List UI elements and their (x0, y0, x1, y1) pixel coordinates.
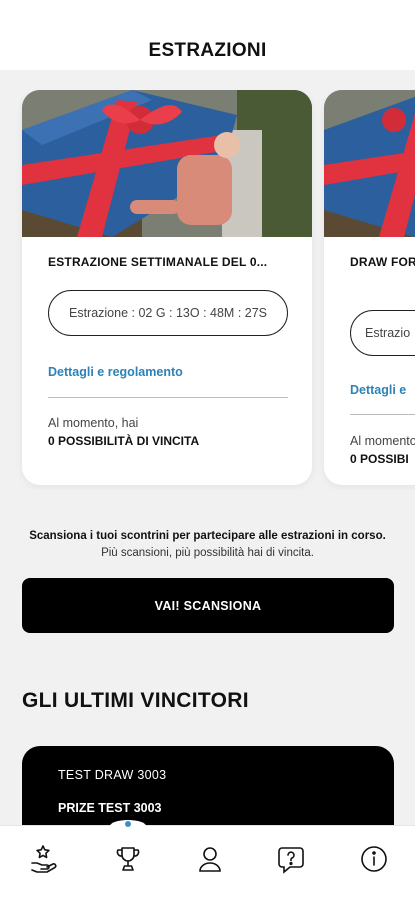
user-icon (194, 843, 226, 880)
hand-sparkle-icon (28, 843, 60, 880)
trophy-icon (112, 843, 144, 880)
page-title: ESTRAZIONI (148, 40, 267, 61)
nav-item-draws[interactable] (110, 843, 146, 879)
active-dot (125, 821, 131, 827)
bottom-nav (0, 820, 415, 900)
draw-title: DRAW FOR 5x MILANO (350, 255, 415, 269)
draw-card-image (324, 90, 415, 237)
draws-carousel[interactable]: ESTRAZIONE SETTIMANALE DEL 0... Estrazio… (0, 90, 415, 490)
countdown-pill: Estrazione : 02 G : 13O : 48M : 27S (48, 290, 288, 336)
card-divider (350, 414, 415, 415)
draw-card[interactable]: DRAW FOR 5x MILANO Estrazio Dettagli e A… (324, 90, 415, 485)
nav-item-info[interactable] (356, 843, 392, 879)
chance-value: 0 POSSIBI (350, 452, 409, 466)
card-divider (48, 397, 288, 398)
nav-item-rewards[interactable] (26, 843, 62, 879)
scan-button[interactable]: VAI! SCANSIONA (22, 578, 394, 633)
draw-card-image (22, 90, 312, 237)
countdown-pill: Estrazio (350, 310, 415, 356)
top-bar: ESTRAZIONI (0, 0, 415, 70)
nav-item-help[interactable] (273, 843, 309, 879)
details-link[interactable]: Dettagli e (350, 383, 406, 397)
scan-info-bold: Scansiona i tuoi scontrini per partecipa… (29, 530, 386, 542)
details-link[interactable]: Dettagli e regolamento (48, 365, 183, 379)
winner-draw-name: TEST DRAW 3003 (58, 768, 167, 782)
draw-card[interactable]: ESTRAZIONE SETTIMANALE DEL 0... Estrazio… (22, 90, 312, 485)
chance-prefix: Al momento (350, 434, 415, 448)
scan-info-normal: Più scansioni, più possibilità hai di vi… (101, 547, 314, 559)
draw-title: ESTRAZIONE SETTIMANALE DEL 0... (48, 255, 268, 269)
chance-prefix: Al momento, hai (48, 416, 139, 430)
scan-info-text: Scansiona i tuoi scontrini per partecipa… (20, 528, 395, 562)
nav-item-profile[interactable] (192, 843, 228, 879)
winner-prize-name: PRIZE TEST 3003 (58, 801, 162, 815)
winners-heading: GLI ULTIMI VINCITORI (22, 689, 249, 712)
active-tab-indicator (110, 820, 146, 832)
info-icon (358, 843, 390, 880)
help-icon (275, 843, 307, 880)
chance-value: 0 POSSIBILITÀ DI VINCITA (48, 434, 200, 448)
